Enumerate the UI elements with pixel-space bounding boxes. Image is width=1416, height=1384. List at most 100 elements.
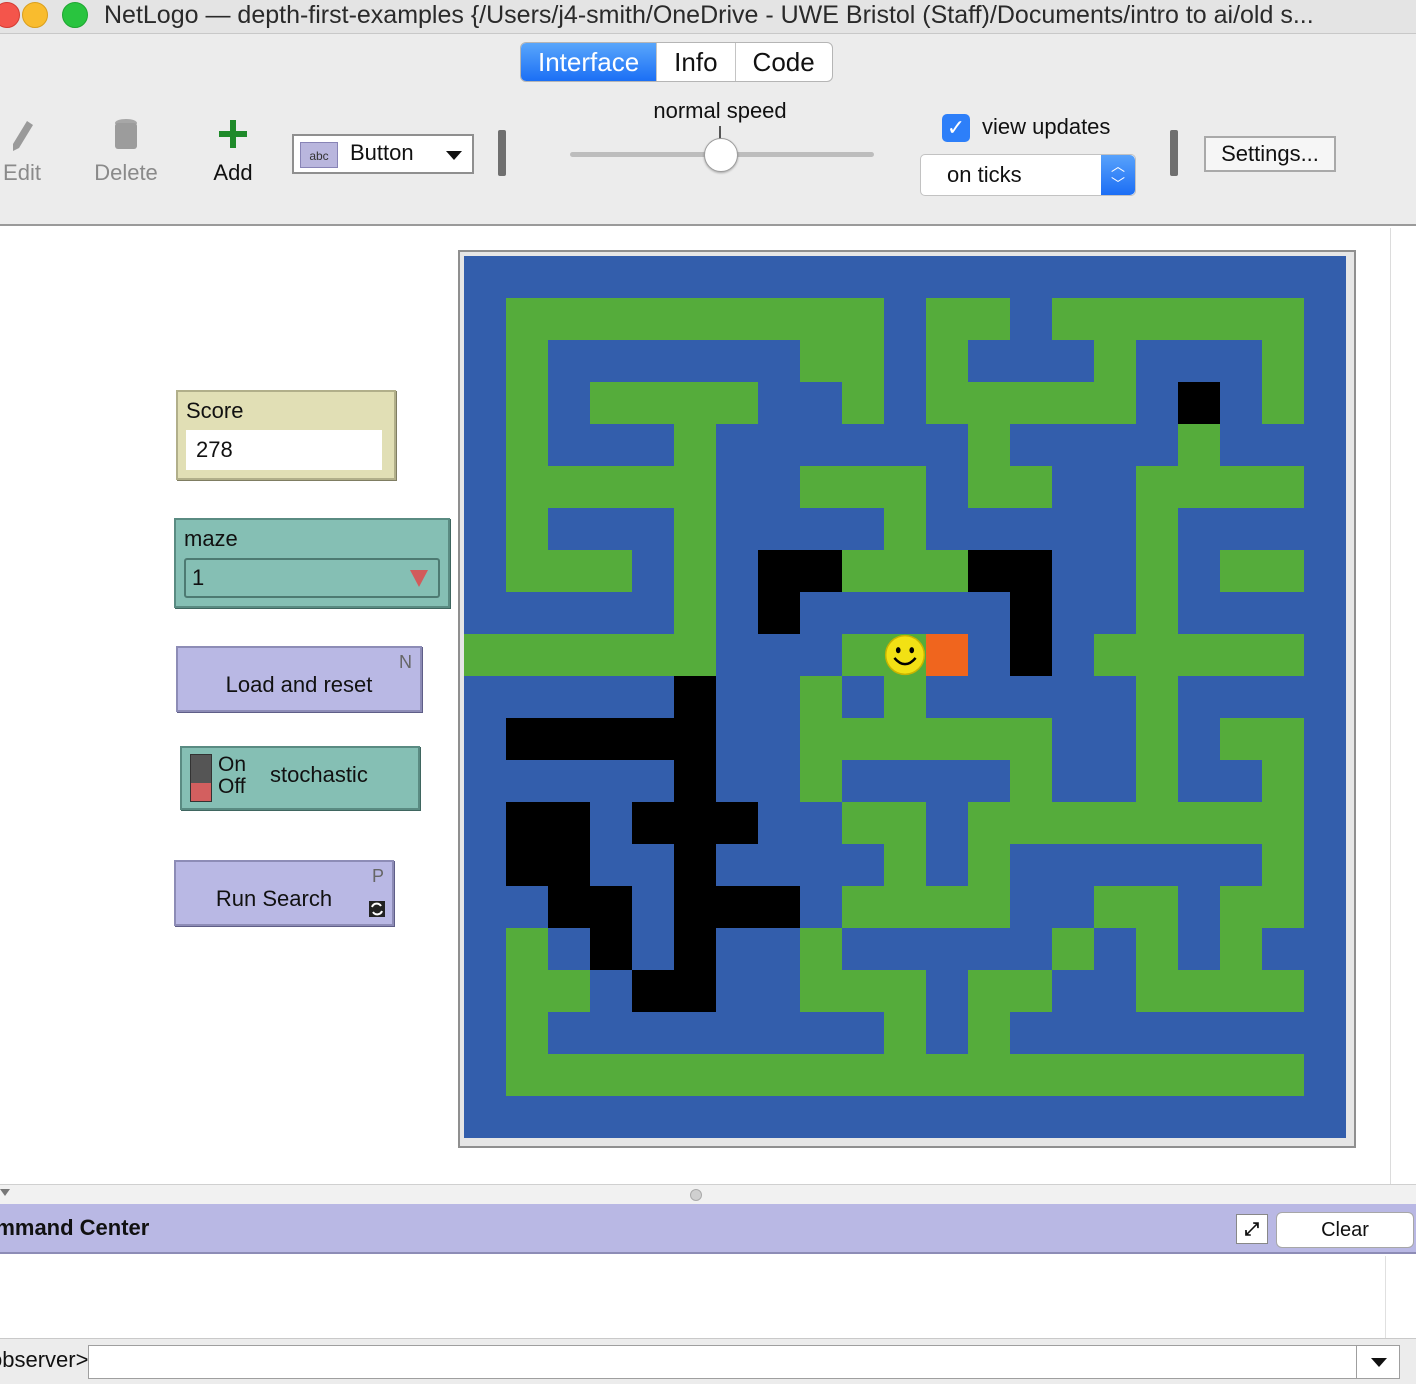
- patch-open: [884, 1012, 927, 1055]
- patch-wall: [758, 424, 801, 467]
- patch-wall: [1178, 718, 1221, 761]
- patch-open: [968, 1054, 1011, 1097]
- patch-wall: [968, 340, 1011, 383]
- patch-wall: [464, 970, 507, 1013]
- run-search-button[interactable]: P Run Search: [174, 860, 394, 926]
- tab-interface[interactable]: Interface: [521, 43, 658, 81]
- world-view-canvas[interactable]: [464, 256, 1346, 1138]
- patch-visited: [674, 844, 717, 887]
- patch-open: [716, 382, 759, 425]
- patch-open: [506, 928, 549, 971]
- pane-splitter[interactable]: [0, 1184, 1416, 1204]
- maze-select[interactable]: 1: [184, 558, 440, 598]
- close-window-button[interactable]: [0, 2, 20, 28]
- switch-toggle[interactable]: [190, 754, 212, 802]
- patch-open: [968, 424, 1011, 467]
- patch-open: [506, 340, 549, 383]
- patch-open: [926, 1054, 969, 1097]
- patch-wall: [590, 340, 633, 383]
- load-and-reset-button[interactable]: N Load and reset: [176, 646, 422, 712]
- patch-wall: [1136, 382, 1179, 425]
- tab-code[interactable]: Code: [736, 43, 832, 81]
- collapse-arrow-icon[interactable]: [0, 1189, 10, 1196]
- patch-wall: [674, 340, 717, 383]
- edit-label: Edit: [3, 160, 41, 185]
- speed-slider-thumb[interactable]: [704, 138, 738, 172]
- patch-wall: [1052, 592, 1095, 635]
- add-button[interactable]: Add: [193, 118, 273, 186]
- patch-visited: [590, 718, 633, 761]
- switch-on-label: On: [218, 753, 247, 776]
- patch-wall: [968, 928, 1011, 971]
- patch-wall: [1304, 256, 1346, 299]
- update-mode-select[interactable]: on ticks ︿ ﹀: [920, 154, 1136, 196]
- expand-icon[interactable]: ⤢: [1236, 1214, 1268, 1244]
- patch-wall: [842, 508, 885, 551]
- patch-open: [590, 634, 633, 677]
- patch-wall: [1304, 1012, 1346, 1055]
- patch-open: [506, 298, 549, 341]
- patch-wall: [716, 508, 759, 551]
- patch-wall: [716, 424, 759, 467]
- patch-open: [968, 298, 1011, 341]
- patch-open: [842, 634, 885, 677]
- widget-type-value: Button: [350, 140, 414, 165]
- patch-wall: [1262, 508, 1305, 551]
- clear-button[interactable]: Clear: [1276, 1212, 1414, 1248]
- command-prompt[interactable]: observer>: [0, 1347, 88, 1373]
- patch-wall: [1220, 382, 1263, 425]
- patch-open: [590, 298, 633, 341]
- view-updates-label: view updates: [982, 114, 1111, 139]
- patch-wall: [1220, 1096, 1263, 1138]
- score-monitor[interactable]: Score 278: [176, 390, 396, 480]
- patch-wall: [590, 1096, 633, 1138]
- patch-open: [968, 718, 1011, 761]
- splitter-handle[interactable]: [690, 1189, 702, 1201]
- patch-wall: [926, 1096, 969, 1138]
- tab-info[interactable]: Info: [657, 43, 736, 81]
- patch-open: [926, 382, 969, 425]
- command-input[interactable]: [88, 1345, 1358, 1379]
- patch-open: [1220, 970, 1263, 1013]
- world-view[interactable]: [458, 250, 1356, 1148]
- patch-wall: [464, 466, 507, 509]
- patch-open: [1094, 340, 1137, 383]
- stochastic-switch[interactable]: On Off stochastic: [180, 746, 420, 810]
- patch-open: [1220, 802, 1263, 845]
- patch-open: [884, 676, 927, 719]
- command-center-header: Command Center ⤢ Clear: [0, 1204, 1416, 1254]
- patch-open: [590, 382, 633, 425]
- patch-visited: [716, 802, 759, 845]
- command-center-output[interactable]: [0, 1256, 1386, 1338]
- patch-wall: [968, 634, 1011, 677]
- patch-wall: [926, 424, 969, 467]
- delete-label: Delete: [94, 160, 158, 185]
- settings-button[interactable]: Settings...: [1204, 136, 1336, 172]
- patch-open: [1262, 970, 1305, 1013]
- patch-open: [1010, 970, 1053, 1013]
- patch-wall: [1052, 508, 1095, 551]
- patch-wall: [548, 508, 591, 551]
- minimize-window-button[interactable]: [22, 2, 48, 28]
- patch-visited: [674, 760, 717, 803]
- patch-wall: [1262, 1096, 1305, 1138]
- patch-wall: [464, 340, 507, 383]
- patch-wall: [632, 760, 675, 803]
- patch-wall: [758, 1012, 801, 1055]
- patch-open: [1262, 466, 1305, 509]
- patch-open: [1262, 844, 1305, 887]
- patch-open: [506, 382, 549, 425]
- patch-wall: [464, 1096, 507, 1138]
- view-updates-checkbox[interactable]: ✓: [942, 114, 970, 142]
- command-history-button[interactable]: [1356, 1345, 1400, 1379]
- patch-wall: [968, 676, 1011, 719]
- edit-button[interactable]: Edit: [0, 118, 62, 186]
- zoom-window-button[interactable]: [62, 2, 88, 28]
- widget-type-select[interactable]: abc Button: [292, 134, 474, 174]
- delete-button[interactable]: Delete: [86, 118, 166, 186]
- patch-open: [758, 1054, 801, 1097]
- patch-open: [1136, 760, 1179, 803]
- patch-wall: [674, 1096, 717, 1138]
- patch-wall: [1262, 592, 1305, 635]
- maze-chooser[interactable]: maze 1: [174, 518, 450, 608]
